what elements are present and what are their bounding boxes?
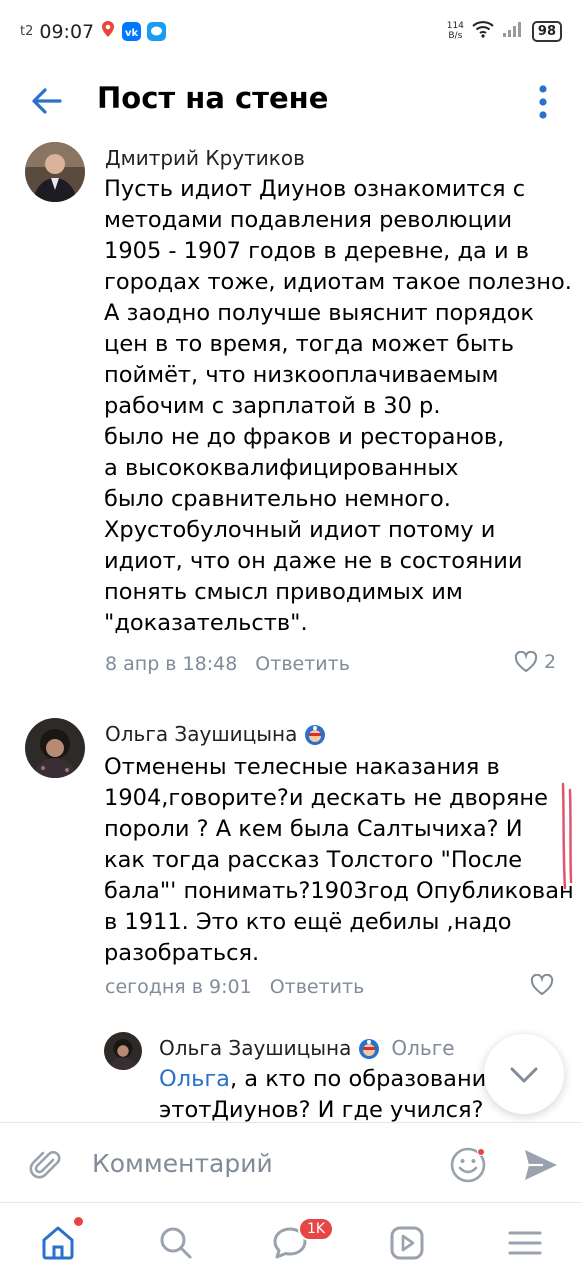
comment-author: Ольга Заушицына Ольге	[159, 1036, 455, 1060]
svg-text:vk: vk	[125, 28, 139, 39]
comment-text: Отменены телесные наказания в 1904,говор…	[104, 754, 574, 966]
smile-icon	[450, 1147, 486, 1183]
reply-button[interactable]: Ответить	[255, 653, 350, 675]
home-icon	[42, 1226, 74, 1260]
send-button[interactable]	[522, 1147, 560, 1187]
like-count: 2	[544, 651, 557, 673]
avatar[interactable]	[25, 142, 85, 202]
menu-icon	[508, 1231, 542, 1255]
send-icon	[525, 1150, 557, 1180]
nav-home[interactable]	[38, 1223, 78, 1263]
arrow-left-icon	[32, 88, 62, 114]
clock: 09:07	[39, 20, 95, 43]
comment-date: 8 апр в 18:48	[105, 653, 238, 675]
dots-vertical-icon	[539, 85, 547, 119]
back-button[interactable]	[30, 84, 64, 118]
location-icon	[100, 20, 116, 43]
like-button[interactable]: 2	[514, 651, 556, 673]
video-icon	[390, 1226, 424, 1260]
status-emoji-icon	[359, 1039, 380, 1059]
vk-app-icon: vk	[122, 22, 142, 41]
nav-video[interactable]	[387, 1223, 427, 1263]
wifi-icon	[472, 20, 494, 42]
more-options-button[interactable]	[538, 84, 548, 120]
heart-icon	[514, 651, 538, 673]
notification-dot	[74, 1217, 83, 1226]
like-button[interactable]	[530, 974, 554, 996]
reply-button[interactable]: Ответить	[270, 976, 365, 998]
mention-link[interactable]: Ольга	[159, 1066, 230, 1092]
messages-badge: 1K	[298, 1217, 335, 1241]
search-icon	[160, 1227, 192, 1259]
comment-item: Дмитрий Крутиков Пусть идиот Диунов озна…	[0, 142, 582, 682]
signal-icon	[502, 20, 524, 42]
network-speed: 114 B/s	[446, 21, 464, 41]
page-title: Пост на стене	[97, 81, 329, 115]
emoji-button[interactable]	[448, 1145, 488, 1189]
comment-text: Ольга, а кто по образованию этотДиунов? И…	[159, 1066, 489, 1122]
nav-search[interactable]	[156, 1223, 196, 1263]
comment-author[interactable]: Дмитрий Крутиков	[105, 146, 305, 170]
status-bar: t2 09:07 vk 114 B/s 98	[0, 0, 582, 62]
battery-indicator: 98	[531, 20, 562, 42]
avatar[interactable]	[25, 718, 85, 778]
red-scribble-mark	[561, 782, 573, 890]
messenger-app-icon	[147, 22, 167, 41]
reply-to-label[interactable]: Ольге	[391, 1036, 454, 1060]
avatar[interactable]	[104, 1032, 142, 1070]
attach-button[interactable]	[28, 1147, 64, 1187]
comment-meta: сегодня в 9:01 Ответить	[105, 976, 364, 998]
comment-author[interactable]: Ольга Заушицына	[105, 722, 327, 746]
comment-item: Ольга Заушицына Отменены телесные наказа…	[0, 718, 582, 1008]
scroll-down-button[interactable]	[484, 1034, 564, 1114]
comment-input[interactable]: Комментарий	[92, 1149, 273, 1178]
comment-input-bar: Комментарий	[0, 1122, 582, 1203]
nav-menu[interactable]	[505, 1223, 545, 1263]
status-emoji-icon	[305, 725, 326, 745]
comment-date: сегодня в 9:01	[105, 976, 252, 998]
app-header: Пост на стене	[0, 62, 582, 142]
paperclip-icon	[29, 1151, 61, 1179]
comment-meta: 8 апр в 18:48 Ответить	[105, 653, 350, 675]
comment-text: Пусть идиот Диунов ознакомится с методам…	[104, 176, 572, 636]
chevron-down-icon	[510, 1067, 538, 1083]
carrier-label: t2	[20, 24, 34, 39]
bottom-navigation: 1K	[0, 1202, 582, 1281]
heart-icon	[530, 974, 554, 996]
